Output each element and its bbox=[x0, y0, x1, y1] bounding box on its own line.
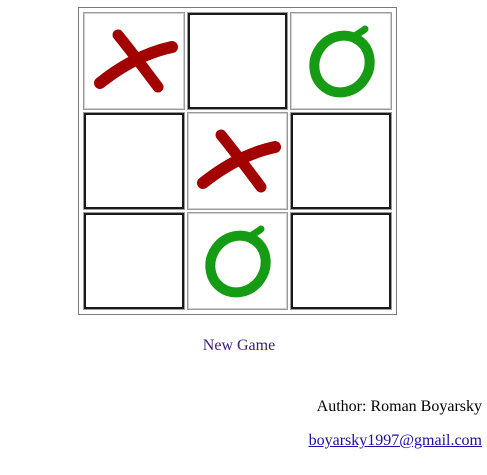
board-grid bbox=[81, 10, 394, 312]
cell-8[interactable] bbox=[186, 212, 289, 310]
cell-inner bbox=[187, 213, 288, 309]
cell-6[interactable] bbox=[290, 112, 392, 210]
circle-mark-icon bbox=[309, 25, 375, 98]
new-game-link[interactable]: New Game bbox=[0, 337, 478, 355]
board-row-3 bbox=[83, 212, 392, 310]
cell-9[interactable] bbox=[290, 212, 392, 310]
cell-inner bbox=[291, 113, 391, 209]
cell-3[interactable] bbox=[290, 12, 392, 110]
game-board bbox=[78, 7, 397, 315]
author-credit: Author: Roman Boyarsky bbox=[316, 398, 482, 415]
cell-inner bbox=[187, 113, 288, 209]
circle-mark-icon bbox=[205, 225, 272, 298]
cell-inner bbox=[291, 213, 391, 309]
cell-inner bbox=[84, 213, 184, 309]
author-email-link[interactable]: boyarsky1997@gmail.com bbox=[309, 432, 482, 450]
cell-inner bbox=[291, 13, 391, 109]
cross-mark-icon bbox=[197, 129, 282, 193]
cell-inner bbox=[84, 13, 184, 109]
board-row-1 bbox=[83, 12, 392, 110]
cell-2[interactable] bbox=[186, 12, 289, 110]
cell-inner bbox=[187, 13, 288, 109]
cross-mark-icon bbox=[93, 29, 178, 93]
cell-7[interactable] bbox=[83, 212, 185, 310]
cell-5[interactable] bbox=[186, 112, 289, 210]
board-row-2 bbox=[83, 112, 392, 210]
cell-1[interactable] bbox=[83, 12, 185, 110]
cell-inner bbox=[84, 113, 184, 209]
cell-4[interactable] bbox=[83, 112, 185, 210]
